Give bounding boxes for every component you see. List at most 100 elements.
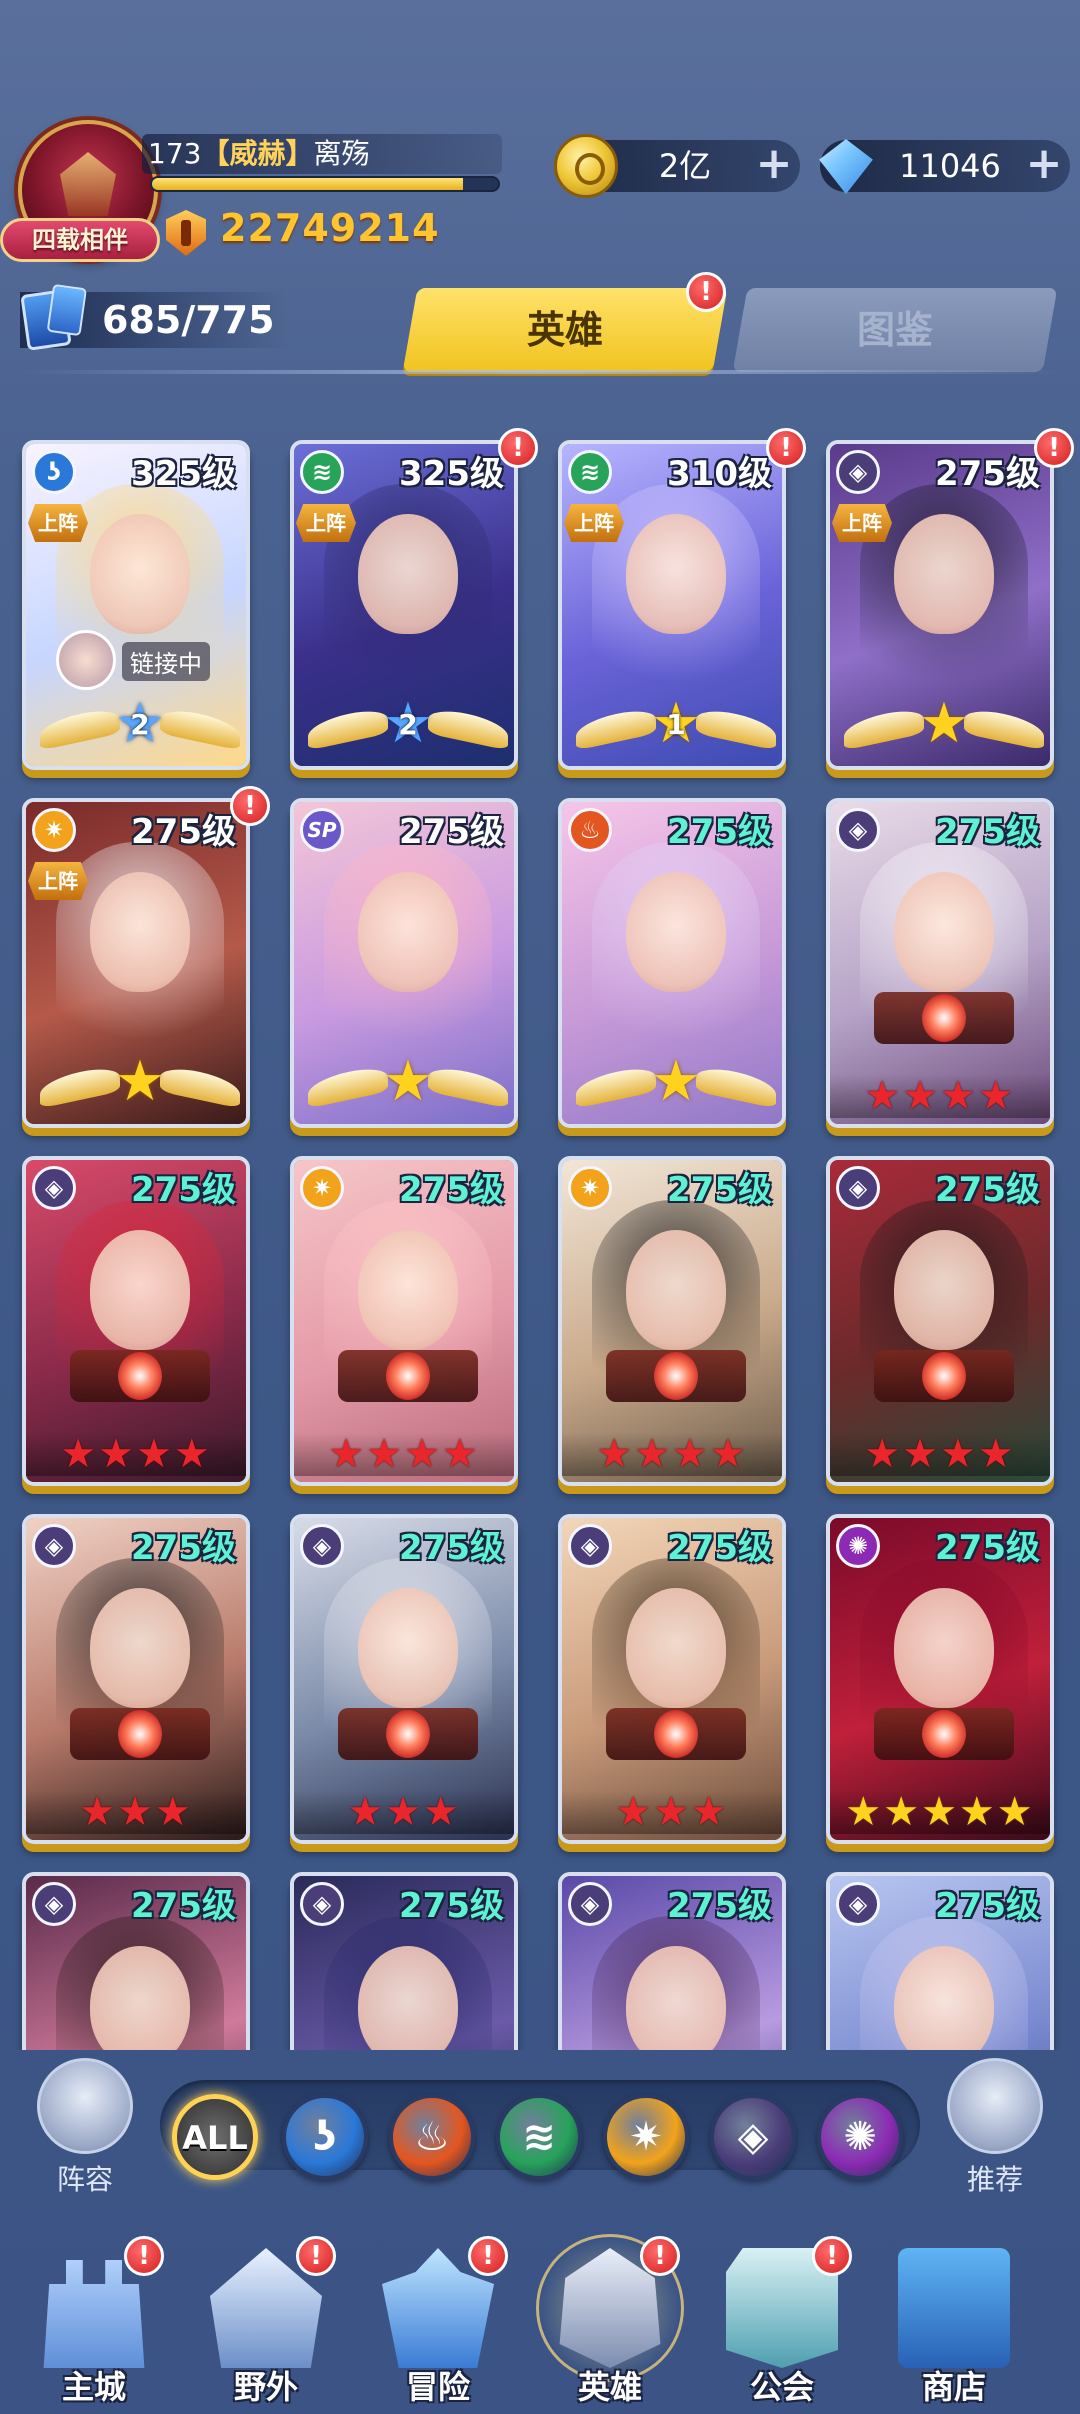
filter-water-button[interactable]: ʖ — [282, 2094, 368, 2180]
bottom-nav: 主城! 野外! 冒险! 英雄! 公会! 商店 — [0, 2220, 1080, 2414]
nav-label: 冒险 — [405, 2368, 470, 2406]
tab-codex[interactable]: 图鉴 — [732, 288, 1058, 372]
nav-alert-icon: ! — [124, 2236, 164, 2276]
filter-chaos-button[interactable]: ✺ — [817, 2094, 903, 2180]
wing-right-icon — [160, 1063, 240, 1109]
recommend-button[interactable]: 推荐 — [940, 2058, 1050, 2198]
hero-star-rating: ★★★ — [294, 1790, 514, 1834]
power-value: 22749214 — [220, 206, 440, 250]
filter-light-button[interactable]: ✷ — [603, 2094, 689, 2180]
hero-card[interactable]: ʖ 325级 上阵 链接中 ★ 2 — [22, 440, 250, 770]
header: 四载相伴 173【威赫】离殇 22749214 2亿 + 11046 + 685… — [0, 0, 1080, 400]
hero-emblem-icon — [70, 1708, 210, 1760]
awaken-wing-badge: ★ 2 — [308, 694, 508, 762]
hero-level: 275级 — [399, 1528, 504, 1568]
faction-dark-icon: ◈ — [32, 1524, 76, 1568]
hero-count-value: 685/775 — [102, 298, 275, 342]
hero-face — [894, 872, 994, 992]
filter-wind-button[interactable]: ≋ — [496, 2094, 582, 2180]
hero-card[interactable]: ◈ 275级 ★★★★ — [22, 1156, 250, 1486]
hero-level: 310级 — [667, 454, 772, 494]
gold-value: 2亿 — [658, 147, 712, 185]
add-gold-button[interactable]: + — [754, 142, 794, 186]
faction-dark-icon: ◈ — [836, 1882, 880, 1926]
hero-card[interactable]: ≋ 325级 上阵 ★ 2 — [290, 440, 518, 770]
wing-left-icon — [308, 705, 388, 751]
hero-level: 325级 — [131, 454, 236, 494]
nav-alert-icon: ! — [468, 2236, 508, 2276]
hero-card[interactable]: ◈ 275级 — [22, 1872, 250, 2050]
hero-face — [358, 514, 458, 634]
tab-heroes[interactable]: 英雄 — [402, 288, 728, 372]
hero-face — [358, 872, 458, 992]
hero-card[interactable]: ◈ 275级 ★★★ — [558, 1514, 786, 1844]
hero-face — [90, 1588, 190, 1708]
faction-chaos-icon: ✺ — [836, 1524, 880, 1568]
hero-face — [894, 514, 994, 634]
faction-dark-icon: ◈ — [568, 1882, 612, 1926]
hero-emblem-icon — [338, 1350, 478, 1402]
nav-label: 公会 — [749, 2368, 814, 2406]
faction-light-icon: ✷ — [32, 808, 76, 852]
star-icon: ★ — [918, 691, 970, 756]
hero-emblem-icon — [874, 992, 1014, 1044]
hero-star-rating: ★★★★ — [830, 1074, 1050, 1118]
player-level: 173 — [148, 137, 202, 170]
hero-grid: ʖ 325级 上阵 链接中 ★ 2 ≋ 325级 上阵 ★ 2! ≋ 310级 上阵 ★ 1! ◈ 275级 上阵 ★… — [0, 380, 1080, 2050]
filter-all-button[interactable]: ALL — [172, 2094, 258, 2180]
hero-card[interactable]: ✷ 275级 ★★★★ — [558, 1156, 786, 1486]
hero-cards-icon — [20, 289, 72, 351]
hero-card[interactable]: ≋ 310级 上阵 ★ 1 — [558, 440, 786, 770]
hero-face — [626, 514, 726, 634]
link-status: 链接中 — [56, 630, 236, 690]
hero-card[interactable]: SP 275级 ★ — [290, 798, 518, 1128]
add-diamond-button[interactable]: + — [1024, 142, 1064, 186]
filter-dark-button[interactable]: ◈ — [710, 2094, 796, 2180]
gold-currency: 2亿 + — [554, 134, 800, 198]
hero-star-rating: ★★★ — [26, 1790, 246, 1834]
hero-level: 275级 — [399, 1170, 504, 1210]
tab-codex-label: 图鉴 — [856, 308, 933, 352]
awaken-star-number: 1 — [666, 708, 686, 741]
hero-card[interactable]: ✷ 275级 上阵 ★ — [22, 798, 250, 1128]
hero-face — [894, 1230, 994, 1350]
hero-card[interactable]: ◈ 275级 ★★★ — [290, 1514, 518, 1844]
hero-alert-icon: ! — [1034, 428, 1074, 468]
hero-level: 275级 — [935, 1170, 1040, 1210]
faction-filter-bar: 阵容 ALL ʖ ♨ ≋ ✷ ◈ ✺ 推荐 — [0, 2050, 1080, 2220]
anniversary-badge[interactable]: 四载相伴 — [0, 218, 160, 262]
nav-shop-button[interactable]: 商店 — [874, 2224, 1034, 2414]
hero-card[interactable]: ◈ 275级 — [558, 1872, 786, 2050]
hero-card[interactable]: ✷ 275级 ★★★★ — [290, 1156, 518, 1486]
diamond-icon — [819, 139, 873, 195]
filter-fire-button[interactable]: ♨ — [389, 2094, 475, 2180]
diamond-value: 11046 — [899, 147, 1001, 185]
player-name: 离殇 — [313, 137, 370, 170]
awaken-wing-badge: ★ — [308, 1052, 508, 1120]
hero-level: 325级 — [399, 454, 504, 494]
hero-card[interactable]: ♨ 275级 ★ — [558, 798, 786, 1128]
faction-dark-icon: ◈ — [836, 808, 880, 852]
player-level-name: 173【威赫】离殇 — [142, 134, 502, 174]
hero-face — [626, 1588, 726, 1708]
hero-card[interactable]: ◈ 275级 上阵 ★ — [826, 440, 1054, 770]
hero-level: 275级 — [667, 1170, 772, 1210]
lineup-button[interactable]: 阵容 — [30, 2058, 140, 2198]
faction-light-icon: ✷ — [568, 1166, 612, 1210]
hero-card[interactable]: ◈ 275级 — [826, 1872, 1054, 2050]
hero-card[interactable]: ◈ 275级 ★★★★ — [826, 1156, 1054, 1486]
nav-alert-icon: ! — [296, 2236, 336, 2276]
hero-card[interactable]: ◈ 275级 — [290, 1872, 518, 2050]
exp-fill — [152, 178, 464, 190]
hero-face — [90, 872, 190, 992]
hero-card[interactable]: ◈ 275级 ★★★★ — [826, 798, 1054, 1128]
hero-card[interactable]: ✺ 275级 ★★★★★ — [826, 1514, 1054, 1844]
wing-right-icon — [964, 705, 1044, 751]
awaken-wing-badge: ★ — [40, 1052, 240, 1120]
wing-left-icon — [844, 705, 924, 751]
faction-dark-icon: ◈ — [836, 1166, 880, 1210]
wing-right-icon — [160, 705, 240, 751]
diamond-currency: 11046 + — [819, 139, 1070, 195]
hero-card[interactable]: ◈ 275级 ★★★ — [22, 1514, 250, 1844]
awaken-wing-badge: ★ 1 — [576, 694, 776, 762]
